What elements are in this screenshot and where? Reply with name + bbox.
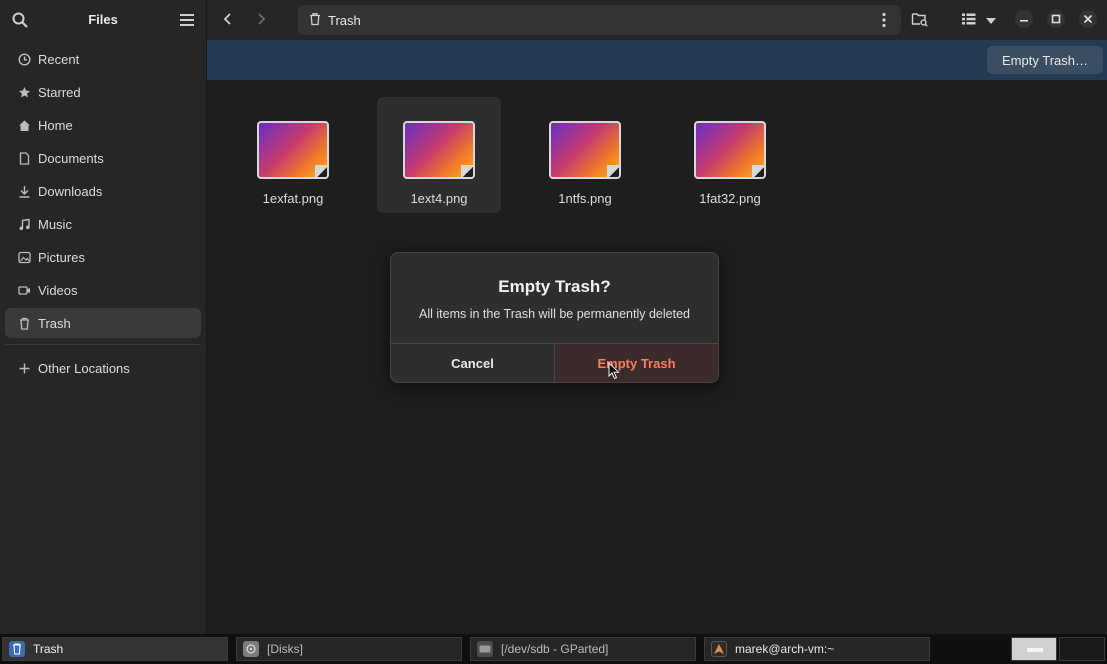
sidebar-item-label: Documents [38, 150, 104, 166]
trash-app-icon [9, 641, 25, 657]
sidebar-item-label: Trash [38, 315, 71, 331]
empty-trash-button[interactable]: Empty Trash… [987, 46, 1103, 74]
trash-info-bar: Empty Trash… [207, 40, 1107, 80]
maximize-icon [1046, 9, 1066, 32]
taskbar-item-gparted[interactable]: [/dev/sdb - GParted] [470, 637, 696, 661]
taskbar-item-label: marek@arch-vm:~ [735, 642, 835, 656]
sidebar-item-videos[interactable]: Videos [5, 275, 201, 305]
file-name: 1fat32.png [699, 191, 761, 206]
location-label: Trash [328, 12, 361, 28]
header-bar: Trash [207, 0, 1107, 40]
app-title: Files [88, 12, 118, 27]
list-view-button[interactable] [955, 6, 983, 34]
taskbar: Trash [Disks] [/dev/sdb - GParted] marek… [0, 634, 1107, 664]
file-name: 1ext4.png [410, 191, 468, 206]
sidebar-item-label: Home [38, 117, 73, 133]
forward-button[interactable] [247, 6, 275, 34]
location-bar[interactable]: Trash [298, 5, 901, 35]
sidebar-item-label: Other Locations [38, 360, 130, 376]
maximize-button[interactable] [1042, 6, 1070, 34]
sidebar-item-trash[interactable]: Trash [5, 308, 201, 338]
arch-terminal-icon [711, 641, 727, 657]
minimize-button[interactable] [1010, 6, 1038, 34]
disks-app-icon [243, 641, 259, 657]
file-name: 1exfat.png [262, 191, 324, 206]
sidebar-item-label: Music [38, 216, 72, 232]
minimize-icon [1014, 9, 1034, 32]
trash-icon [17, 316, 31, 330]
sidebar-header: Files [0, 0, 206, 40]
sidebar-separator [5, 344, 201, 345]
image-thumbnail [403, 121, 475, 179]
image-thumbnail [549, 121, 621, 179]
chevron-left-icon [221, 12, 235, 29]
home-icon [17, 118, 31, 132]
back-button[interactable] [214, 6, 242, 34]
taskbar-item-trash[interactable]: Trash [2, 637, 228, 661]
sidebar-item-starred[interactable]: Starred [5, 77, 201, 107]
taskbar-item-label: [Disks] [267, 642, 303, 656]
search-folder-button[interactable] [906, 6, 934, 34]
picture-icon [17, 250, 31, 264]
clock-icon [17, 52, 31, 66]
image-thumbnail [694, 121, 766, 179]
sidebar-item-pictures[interactable]: Pictures [5, 242, 201, 272]
sidebar-item-label: Recent [38, 51, 80, 67]
dialog-title: Empty Trash? [498, 277, 611, 296]
caret-down-icon [985, 13, 997, 28]
sidebar-item-label: Videos [38, 282, 78, 298]
music-icon [17, 217, 31, 231]
workspace-1[interactable] [1011, 637, 1057, 661]
confirm-empty-trash-button[interactable]: Empty Trash [555, 344, 718, 382]
file-item[interactable]: 1exfat.png [231, 97, 355, 213]
taskbar-item-terminal[interactable]: marek@arch-vm:~ [704, 637, 930, 661]
sidebar-item-documents[interactable]: Documents [5, 143, 201, 173]
list-view-icon [961, 12, 977, 29]
taskbar-item-label: Trash [33, 642, 64, 656]
sidebar-item-label: Pictures [38, 249, 85, 265]
sidebar-item-downloads[interactable]: Downloads [5, 176, 201, 206]
mouse-cursor-icon [608, 361, 620, 380]
workspace-2[interactable] [1059, 637, 1105, 661]
close-window-button[interactable] [1074, 6, 1102, 34]
file-name: 1ntfs.png [558, 191, 612, 206]
file-item[interactable]: 1ntfs.png [523, 97, 647, 213]
sidebar: Files Recent Starred Home Documents Down… [0, 0, 207, 634]
download-icon [17, 184, 31, 198]
file-item[interactable]: 1ext4.png [377, 97, 501, 213]
folder-search-icon [911, 11, 929, 30]
file-item[interactable]: 1fat32.png [668, 97, 792, 213]
sidebar-item-other-locations[interactable]: Other Locations [5, 353, 201, 383]
plus-icon [17, 361, 31, 375]
document-icon [17, 151, 31, 165]
taskbar-item-disks[interactable]: [Disks] [236, 637, 462, 661]
close-icon [1078, 9, 1098, 32]
sidebar-item-home[interactable]: Home [5, 110, 201, 140]
sidebar-item-music[interactable]: Music [5, 209, 201, 239]
taskbar-item-label: [/dev/sdb - GParted] [501, 642, 609, 656]
workspace-window-preview [1027, 648, 1043, 652]
hamburger-menu-icon[interactable] [178, 12, 196, 28]
view-options-dropdown[interactable] [981, 6, 1001, 34]
sidebar-item-label: Starred [38, 84, 81, 100]
dialog-message: All items in the Trash will be permanent… [419, 307, 690, 321]
image-thumbnail [257, 121, 329, 179]
more-options-icon[interactable] [875, 11, 893, 29]
dialog-buttons: Cancel Empty Trash [391, 343, 718, 382]
star-icon [17, 85, 31, 99]
sidebar-places: Recent Starred Home Documents Downloads … [0, 44, 206, 386]
empty-trash-dialog: Empty Trash? All items in the Trash will… [390, 252, 719, 383]
chevron-right-icon [254, 12, 268, 29]
video-icon [17, 283, 31, 297]
sidebar-item-recent[interactable]: Recent [5, 44, 201, 74]
cancel-button[interactable]: Cancel [391, 344, 555, 382]
sidebar-item-label: Downloads [38, 183, 103, 199]
trash-icon [308, 12, 322, 29]
gparted-app-icon [477, 641, 493, 657]
